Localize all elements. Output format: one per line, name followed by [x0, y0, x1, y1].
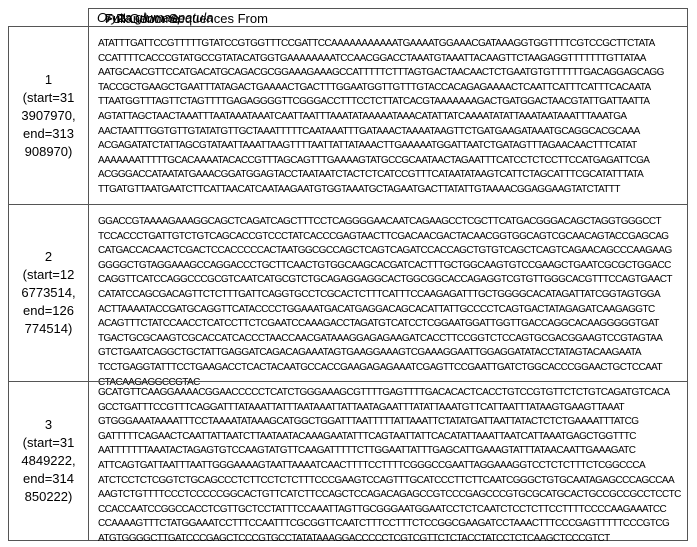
sequence-text: ATATTTGATTCCGTTTTTGTATCCGTGGTTTCCGATTCCA… — [98, 38, 664, 195]
header-title: > Random Sequences From Oryza glumaepatu… — [97, 10, 268, 26]
row-label: 2 (start=12 6773514, end=126 774514) — [21, 249, 76, 336]
row-label: 3 (start=31 4849222, end=314 850222) — [21, 417, 76, 504]
table-row: 3 (start=31 4849222, end=314 850222) GCA… — [8, 381, 688, 544]
table-header: > Random Sequences From Oryza glumaepatu… — [88, 8, 688, 27]
row-label-cell: 1 (start=31 3907970, end=313 908970) — [9, 27, 89, 204]
sequence-text: GGACCGTAAAAGAAAGGCAGCTCAGATCAGCTTTCCTCAG… — [98, 216, 672, 388]
row-label-cell: 2 (start=12 6773514, end=126 774514) — [9, 205, 89, 381]
header-suffix: Full Genome — [105, 11, 180, 26]
table-row: 2 (start=12 6773514, end=126 774514) GGA… — [8, 204, 688, 388]
row-label-cell: 3 (start=31 4849222, end=314 850222) — [9, 382, 89, 540]
table-row: 1 (start=31 3907970, end=313 908970) ATA… — [8, 26, 688, 205]
sequence-text: GCATGTTCAAGGAAAACGGAACCCCCTCATCTGGGAAAGC… — [98, 387, 681, 544]
row-label: 1 (start=31 3907970, end=313 908970) — [21, 71, 76, 159]
sequence-table: > Random Sequences From Oryza glumaepatu… — [8, 8, 688, 544]
